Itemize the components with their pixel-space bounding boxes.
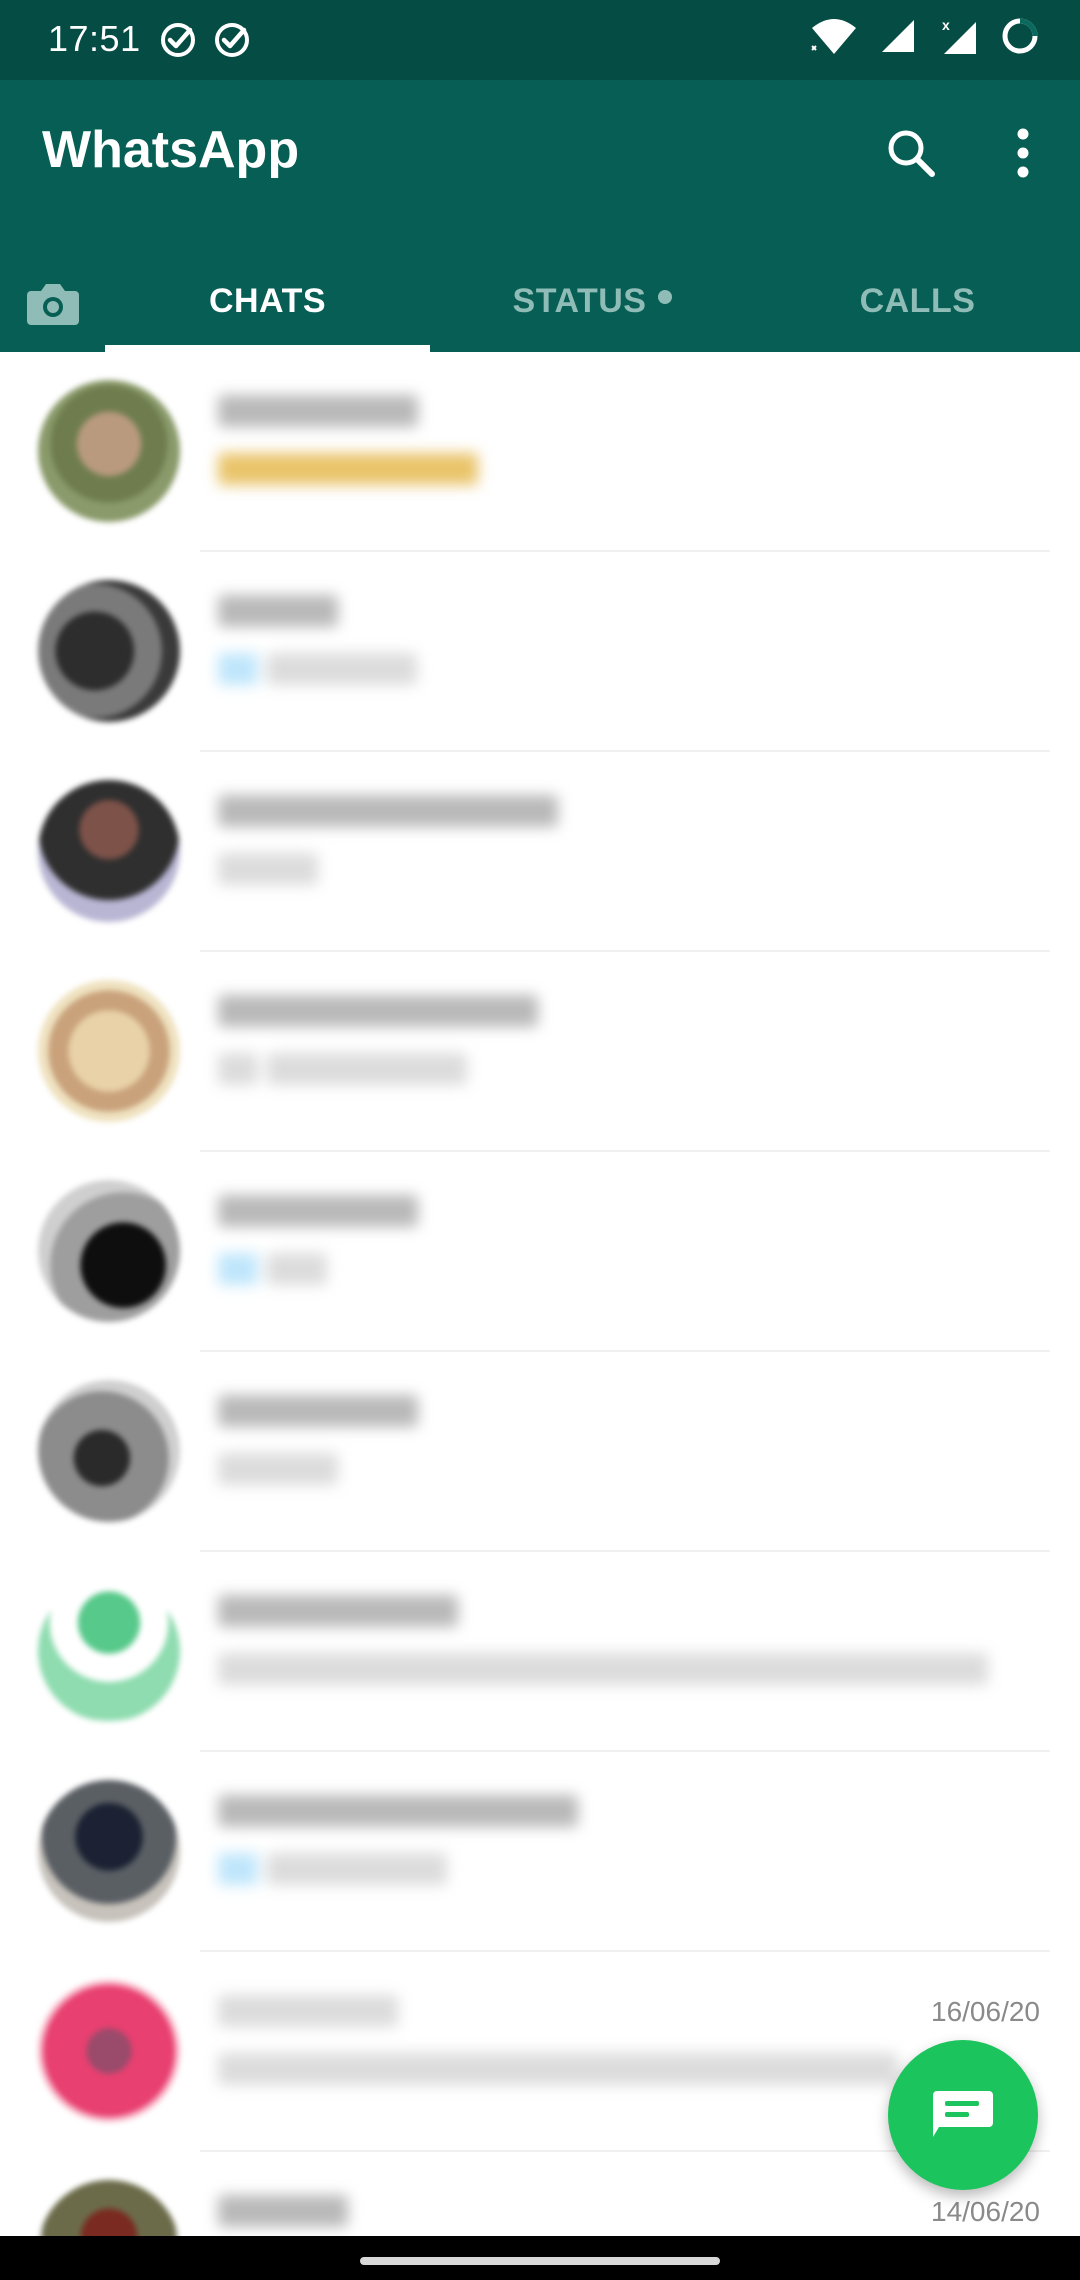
whatsapp-screen: 17:51 x WhatsApp CHATS STATUS CALLS 16/0… <box>0 0 1080 2280</box>
avatar <box>38 1380 180 1522</box>
status-right-icons: x <box>810 16 1040 56</box>
chat-preview <box>218 1248 327 1288</box>
chat-row[interactable] <box>0 752 1080 952</box>
navigation-bar <box>0 2236 1080 2280</box>
chat-preview <box>218 1048 467 1088</box>
chat-preview <box>218 848 318 888</box>
chat-time: 16/06/20 <box>931 1996 1040 2027</box>
check-circle-icon <box>161 23 195 57</box>
svg-text:x: x <box>942 17 950 33</box>
chat-name <box>218 1188 418 1232</box>
chat-name <box>218 1788 578 1832</box>
chat-name <box>218 788 558 832</box>
signal-x-icon: x <box>942 17 976 54</box>
chat-name <box>218 1388 418 1432</box>
tab-bar: CHATS STATUS CALLS <box>0 250 1080 352</box>
chat-preview <box>218 2048 898 2088</box>
chat-row[interactable] <box>0 1352 1080 1552</box>
chat-row[interactable] <box>0 352 1080 552</box>
avatar <box>38 380 180 522</box>
chat-name <box>218 1588 458 1632</box>
tab-chats-label: CHATS <box>208 281 327 320</box>
chat-row[interactable] <box>0 1552 1080 1752</box>
tab-status[interactable]: STATUS <box>430 250 755 352</box>
chat-preview <box>218 1848 447 1888</box>
search-button[interactable] <box>876 118 946 188</box>
chat-name <box>218 388 418 432</box>
chat-preview <box>218 1448 338 1488</box>
active-tab-indicator <box>105 345 430 352</box>
unseen-status-dot <box>658 290 673 304</box>
more-vert-icon <box>1017 128 1029 178</box>
status-time: 17:51 <box>48 18 141 59</box>
chat-preview <box>218 1648 988 1688</box>
app-bar: WhatsApp CHATS STATUS CALLS <box>0 80 1080 352</box>
chat-name <box>218 2188 348 2232</box>
avatar <box>38 1180 180 1322</box>
chat-time: 14/06/20 <box>931 2196 1040 2227</box>
chat-name <box>218 588 338 632</box>
search-icon <box>888 130 935 177</box>
avatar <box>38 1980 180 2122</box>
loading-ring-icon <box>1002 18 1038 54</box>
avatar <box>38 780 180 922</box>
chat-preview <box>218 448 478 488</box>
tab-calls[interactable]: CALLS <box>755 250 1080 352</box>
check-circle-icon <box>215 23 249 57</box>
wifi-icon <box>811 19 856 54</box>
chat-message-icon <box>933 2091 993 2137</box>
chat-row[interactable] <box>0 1152 1080 1352</box>
avatar <box>38 1780 180 1922</box>
more-options-button[interactable] <box>988 118 1058 188</box>
avatar <box>38 580 180 722</box>
tab-status-label: STATUS <box>512 281 647 320</box>
tab-chats[interactable]: CHATS <box>105 250 430 352</box>
tab-calls-label: CALLS <box>859 281 976 320</box>
avatar <box>38 1580 180 1722</box>
chat-preview <box>218 648 417 688</box>
status-bar: 17:51 x <box>0 0 1080 80</box>
avatar <box>38 980 180 1122</box>
chat-name <box>218 988 538 1032</box>
chat-name <box>218 1988 398 2032</box>
status-left-icons <box>158 20 252 60</box>
app-title: WhatsApp <box>42 121 300 179</box>
camera-icon <box>27 284 79 325</box>
chat-list: 16/06/20 14/06/20 <box>0 352 1080 2280</box>
chat-row[interactable] <box>0 952 1080 1152</box>
chat-row[interactable] <box>0 1752 1080 1952</box>
new-chat-button[interactable] <box>888 2040 1038 2190</box>
home-gesture-handle[interactable] <box>360 2257 720 2265</box>
chat-row[interactable] <box>0 552 1080 752</box>
tab-camera[interactable] <box>18 268 88 338</box>
signal-icon <box>882 20 914 52</box>
